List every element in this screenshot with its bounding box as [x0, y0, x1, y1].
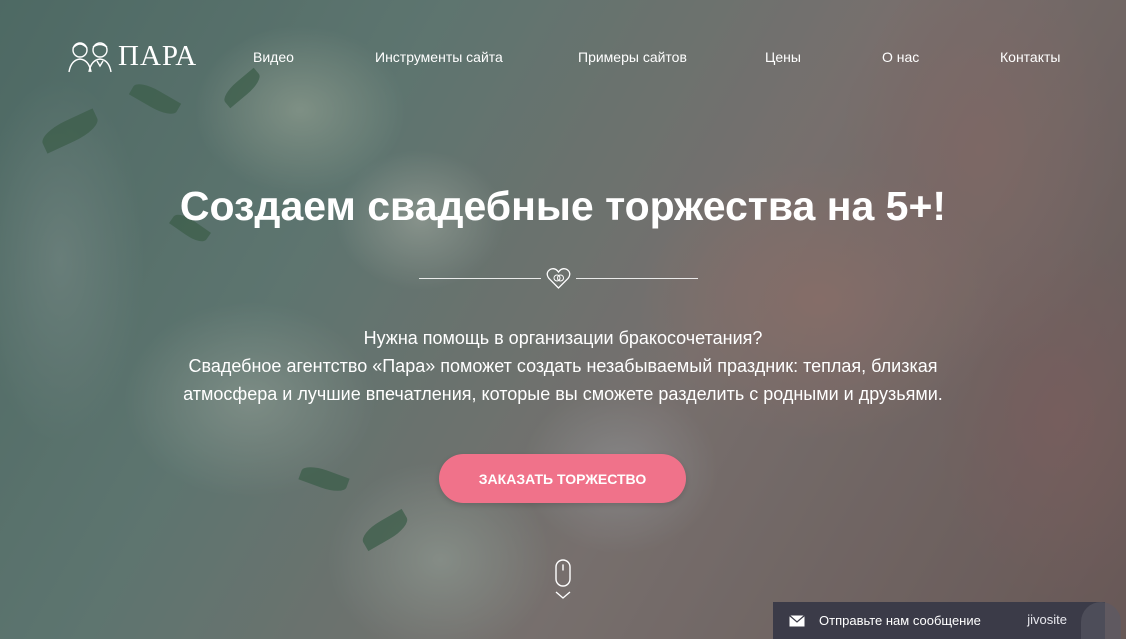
hero-title: Создаем свадебные торжества на 5+!: [179, 183, 947, 229]
divider-line-left: [419, 278, 541, 279]
nav-item-about[interactable]: О нас: [882, 48, 919, 66]
hero-description: Нужна помощь в организации бракосочетани…: [0, 324, 1126, 408]
envelope-icon: [789, 614, 805, 626]
nav-item-video[interactable]: Видео: [253, 48, 294, 66]
nav-item-site-examples[interactable]: Примеры сайтов: [578, 48, 687, 66]
heart-rings-icon: [546, 268, 571, 289]
nav-item-site-tools[interactable]: Инструменты сайта: [375, 48, 503, 66]
nav-item-prices[interactable]: Цены: [765, 48, 801, 66]
mouse-scroll-icon[interactable]: [553, 559, 573, 601]
nav-item-contacts[interactable]: Контакты: [1000, 48, 1060, 66]
hero-description-line: атмосфера и лучшие впечатления, которые …: [183, 384, 943, 404]
divider-line-right: [576, 278, 698, 279]
hero-description-line: Нужна помощь в организации бракосочетани…: [363, 328, 763, 348]
title-divider: [419, 266, 698, 292]
chat-prompt: Отправьте нам сообщение: [819, 612, 981, 628]
main-nav: Видео Инструменты сайта Примеры сайтов Ц…: [0, 48, 1126, 68]
hero-description-line: Свадебное агентство «Пара» поможет созда…: [188, 356, 938, 376]
chat-brand-logo: jivosite: [1027, 612, 1067, 627]
order-celebration-button[interactable]: ЗАКАЗАТЬ ТОРЖЕСТВО: [439, 454, 686, 503]
chat-avatar: [1081, 602, 1121, 639]
site-header: ПАРА Видео Инструменты сайта Примеры сай…: [0, 0, 1126, 112]
chat-widget[interactable]: Отправьте нам сообщение jivosite: [773, 602, 1121, 639]
